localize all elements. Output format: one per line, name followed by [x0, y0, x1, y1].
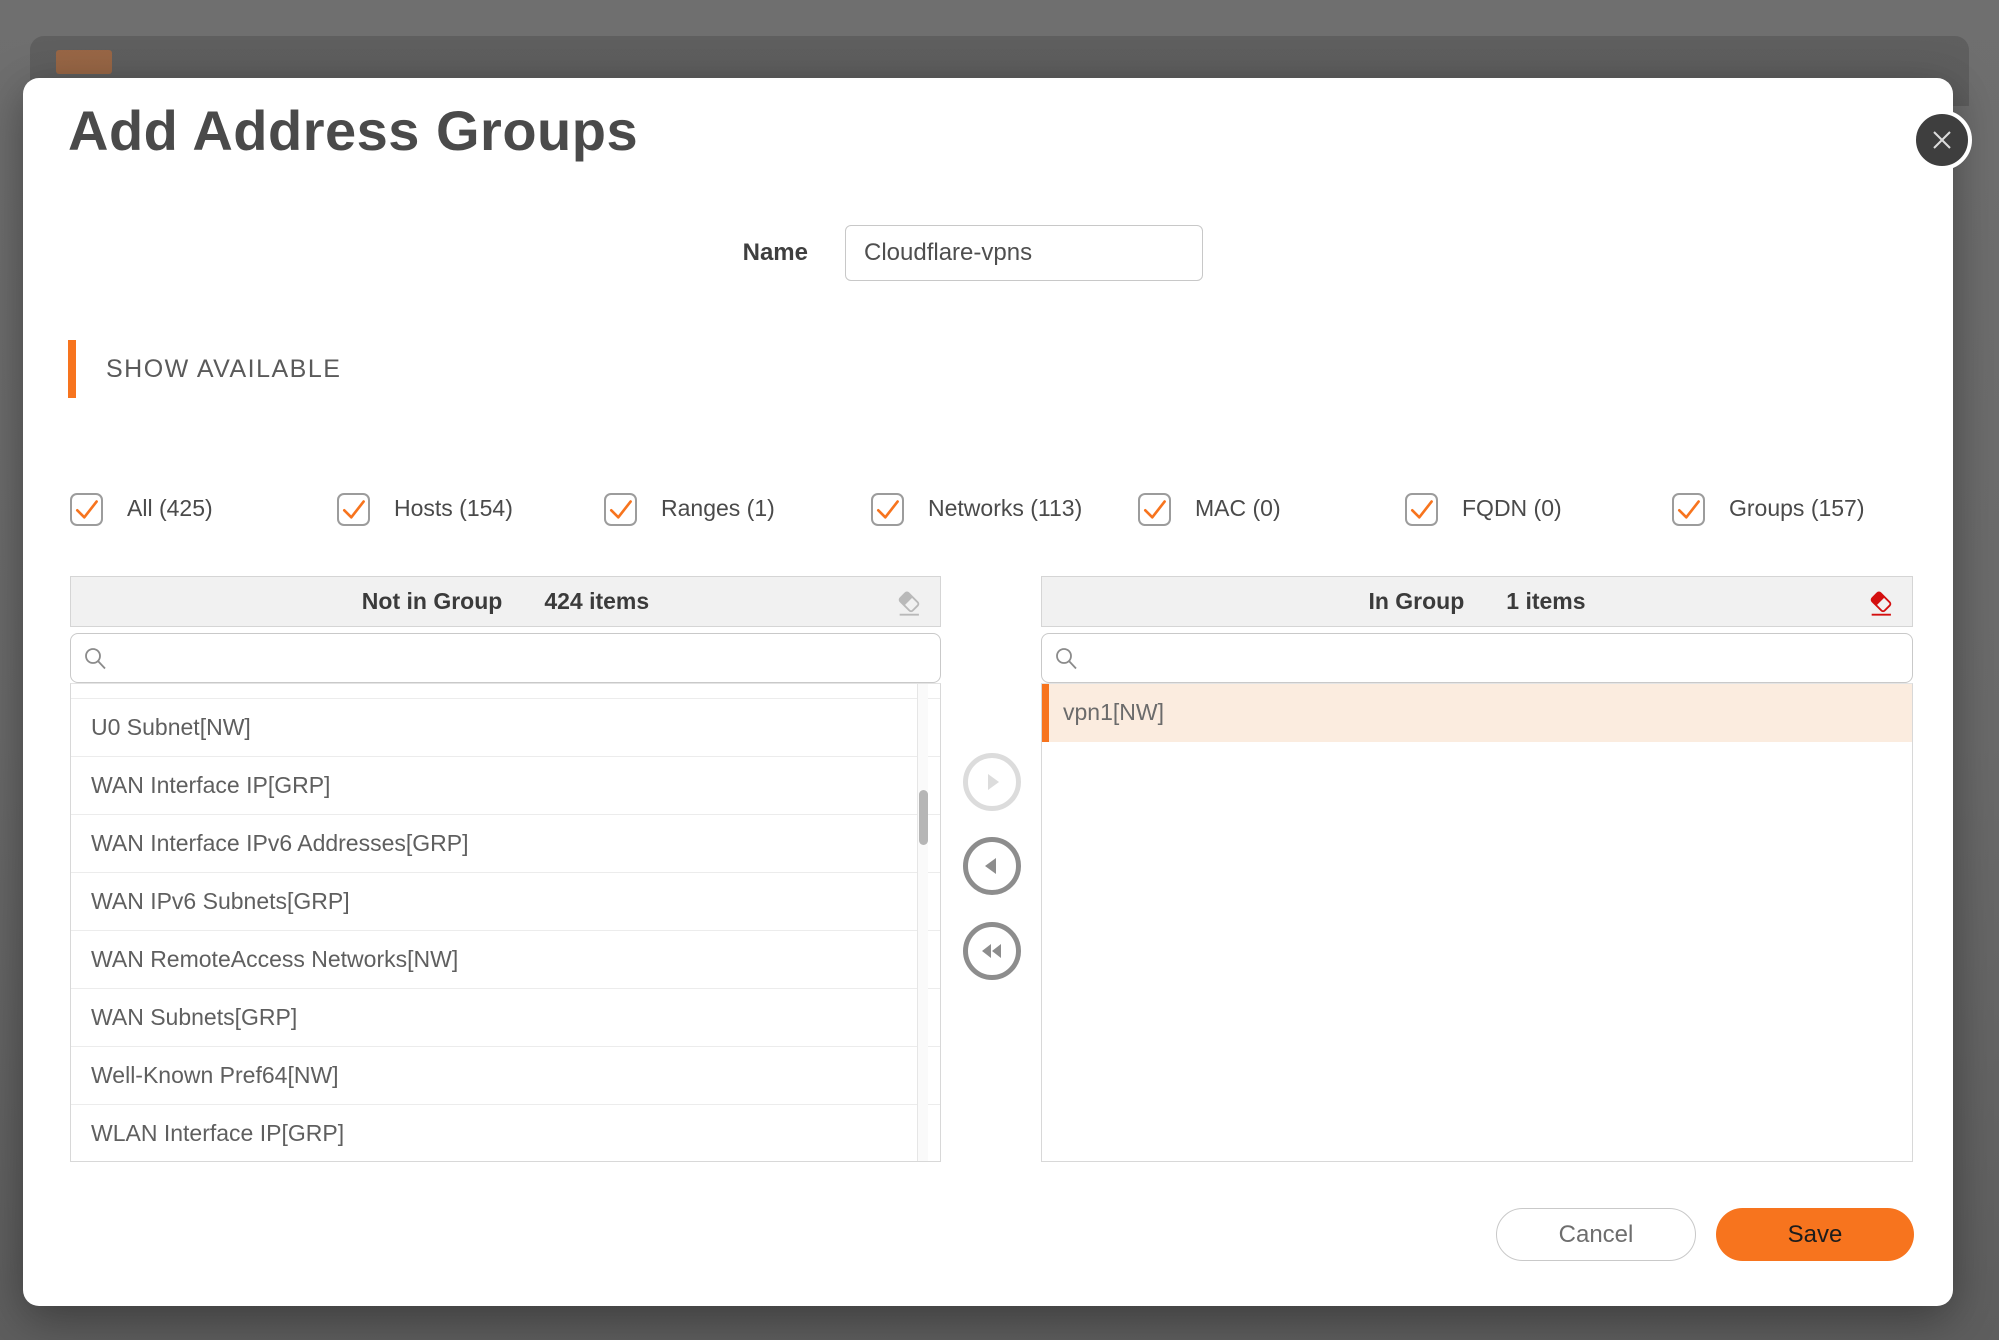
- list-item[interactable]: WAN RemoteAccess Networks[NW]: [71, 931, 940, 989]
- in-group-panel: In Group 1 items vpn1[NW]: [1041, 576, 1913, 1162]
- list-item[interactable]: WLAN Interface IP[GRP]: [71, 1105, 940, 1161]
- checkbox[interactable]: [871, 492, 904, 526]
- checkbox[interactable]: [1138, 492, 1171, 526]
- in-group-header: In Group 1 items: [1041, 576, 1913, 627]
- name-field-label: Name: [742, 239, 808, 266]
- list-item[interactable]: WAN IPv6 Subnets[GRP]: [71, 873, 940, 931]
- in-group-list: vpn1[NW]: [1042, 684, 1912, 742]
- show-available-section: SHOW AVAILABLE: [68, 340, 341, 398]
- checkbox[interactable]: [70, 492, 103, 526]
- save-button[interactable]: Save: [1716, 1208, 1914, 1261]
- check-icon: [1410, 500, 1433, 519]
- move-left-button[interactable]: [963, 837, 1021, 895]
- not-in-group-list-container: U0 Subnet[NW] WAN Interface IP[GRP] WAN In…: [70, 683, 941, 1162]
- close-button[interactable]: [1912, 110, 1972, 170]
- panel-count: 1 items: [1506, 588, 1586, 614]
- filter-label: FQDN (0): [1462, 495, 1562, 522]
- checkbox[interactable]: [337, 492, 370, 526]
- list-item[interactable]: Well-Known Pref64[NW]: [71, 1047, 940, 1105]
- list-item[interactable]: U0 Subnet[NW]: [71, 699, 940, 757]
- check-icon: [342, 500, 365, 519]
- list-item[interactable]: WAN Interface IPv6 Addresses[GRP]: [71, 815, 940, 873]
- checkbox[interactable]: [604, 492, 637, 526]
- panel-title: Not in Group: [361, 588, 503, 614]
- filter-label: Groups (157): [1729, 495, 1865, 522]
- close-icon: [1933, 131, 1951, 149]
- filter-label: Ranges (1): [661, 495, 775, 522]
- cancel-button[interactable]: Cancel: [1496, 1208, 1696, 1261]
- panel-title: In Group: [1368, 588, 1465, 614]
- list-item[interactable]: WAN Interface IP[GRP]: [71, 757, 940, 815]
- search-icon: [1056, 648, 1077, 670]
- check-icon: [609, 500, 632, 519]
- dialog-title: Add Address Groups: [68, 99, 639, 162]
- panel-count: 424 items: [544, 588, 650, 614]
- clear-group-button[interactable]: [1866, 588, 1896, 618]
- filter-checkbox-item[interactable]: Hosts (154): [337, 476, 604, 542]
- filter-label: Networks (113): [928, 495, 1083, 522]
- filter-label: All (425): [127, 495, 213, 522]
- scrollbar-track[interactable]: [917, 684, 928, 1161]
- check-icon: [876, 500, 899, 519]
- filter-checkbox-item[interactable]: All (425): [70, 476, 337, 542]
- not-in-group-list: U0 Subnet[NW] WAN Interface IP[GRP] WAN In…: [71, 699, 940, 1161]
- add-address-groups-dialog: Add Address Groups Name SHOW AVAILABLE A…: [23, 78, 1972, 1306]
- filter-checkbox-item[interactable]: Networks (113): [871, 476, 1138, 542]
- filter-checkbox-item[interactable]: FQDN (0): [1405, 476, 1672, 542]
- move-right-button[interactable]: [963, 753, 1021, 811]
- section-title: SHOW AVAILABLE: [106, 354, 342, 383]
- filter-checkbox-item[interactable]: Groups (157): [1672, 476, 1939, 542]
- not-in-group-panel: Not in Group 424 items U0 Subnet[NW] WAN…: [70, 576, 941, 1162]
- list-item[interactable]: WAN Subnets[GRP]: [71, 989, 940, 1047]
- type-filter-row: All (425) Hosts (154) Ranges (1) Network…: [70, 476, 1945, 542]
- check-icon: [1143, 500, 1166, 519]
- filter-label: MAC (0): [1195, 495, 1281, 522]
- name-input[interactable]: [845, 225, 1203, 281]
- scrolled-partial-row: [71, 684, 940, 699]
- not-in-group-header: Not in Group 424 items: [70, 576, 941, 627]
- save-button-label: Save: [1787, 1220, 1843, 1248]
- search-icon: [85, 648, 106, 670]
- eraser-icon: [898, 591, 920, 616]
- filter-checkbox-item[interactable]: MAC (0): [1138, 476, 1405, 542]
- arrow-left-icon: [985, 858, 996, 874]
- search-input[interactable]: [1042, 634, 1912, 682]
- in-group-search: [1041, 633, 1913, 683]
- not-in-group-search: [70, 633, 941, 683]
- filter-checkbox-item[interactable]: Ranges (1): [604, 476, 871, 542]
- scrollbar-thumb[interactable]: [919, 790, 928, 845]
- checkbox[interactable]: [1405, 492, 1438, 526]
- search-input[interactable]: [71, 634, 940, 682]
- cancel-button-label: Cancel: [1558, 1220, 1634, 1248]
- clear-search-button[interactable]: [894, 588, 924, 618]
- list-item[interactable]: vpn1[NW]: [1042, 684, 1912, 742]
- double-arrow-left-icon: [982, 944, 1001, 958]
- check-icon: [75, 500, 98, 519]
- in-group-list-container: vpn1[NW]: [1041, 683, 1913, 1162]
- checkbox[interactable]: [1672, 492, 1705, 526]
- check-icon: [1677, 500, 1700, 519]
- move-all-left-button[interactable]: [963, 922, 1021, 980]
- arrow-right-icon: [988, 774, 999, 790]
- dimmed-background-logo: [56, 50, 112, 74]
- section-accent-bar: [68, 340, 76, 398]
- filter-label: Hosts (154): [394, 495, 513, 522]
- eraser-icon-red: [1870, 591, 1892, 616]
